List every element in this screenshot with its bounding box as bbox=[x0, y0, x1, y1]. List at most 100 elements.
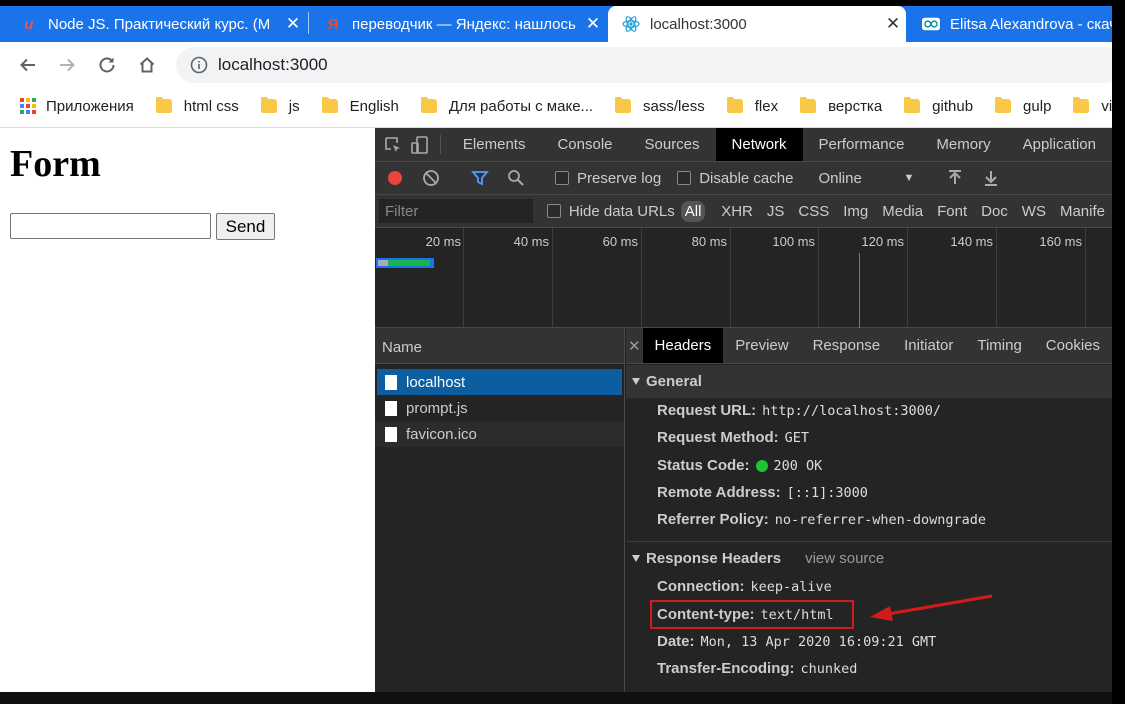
hide-data-urls-checkbox[interactable] bbox=[546, 204, 561, 218]
bookmark-label: sass/less bbox=[643, 97, 705, 115]
timeline-tick-label: 80 ms bbox=[691, 234, 727, 249]
request-row-localhost[interactable]: localhost bbox=[377, 369, 622, 395]
header-key: Referrer Policy: bbox=[657, 511, 769, 528]
send-button[interactable]: Send bbox=[216, 213, 275, 240]
bookmark-folder[interactable]: Для работы с маке... bbox=[420, 97, 594, 115]
type-filter-xhr[interactable]: XHR bbox=[714, 203, 760, 220]
tab-performance[interactable]: Performance bbox=[803, 128, 921, 161]
timeline-tick-label: 60 ms bbox=[602, 234, 638, 249]
bookmark-label: html css bbox=[183, 97, 239, 115]
close-icon[interactable]: ✕ bbox=[580, 14, 606, 34]
import-har-icon[interactable] bbox=[937, 170, 973, 186]
request-row-prompt[interactable]: prompt.js bbox=[375, 395, 624, 421]
browser-tab-nodejs[interactable]: u Node JS. Практический курс. (М ✕ bbox=[6, 6, 306, 42]
type-filter-css[interactable]: CSS bbox=[791, 203, 836, 220]
request-list: Name localhost prompt.js favicon.ico bbox=[375, 328, 625, 692]
browser-tab-elitsa[interactable]: Elitsa Alexandrova - скача bbox=[908, 6, 1112, 42]
inspect-element-icon[interactable] bbox=[379, 128, 407, 161]
form-text-input[interactable] bbox=[10, 213, 211, 239]
request-list-header[interactable]: Name bbox=[375, 328, 624, 364]
udemy-icon: u bbox=[24, 15, 34, 33]
bookmark-label: Для работы с маке... bbox=[448, 97, 594, 115]
tab-sources[interactable]: Sources bbox=[629, 128, 716, 161]
bookmark-folder[interactable]: верстка bbox=[800, 97, 883, 115]
tab-separator bbox=[308, 12, 309, 34]
reload-button[interactable] bbox=[93, 51, 121, 79]
bookmark-folder[interactable]: vis bbox=[1073, 97, 1112, 115]
bookmark-label: верстка bbox=[828, 97, 883, 115]
document-icon bbox=[385, 400, 397, 416]
filter-input[interactable]: Filter bbox=[379, 199, 533, 223]
type-filter-doc[interactable]: Doc bbox=[974, 203, 1015, 220]
response-headers-section-header[interactable]: Response Headers view source bbox=[626, 541, 1112, 574]
tab-initiator[interactable]: Initiator bbox=[892, 328, 965, 363]
clear-icon[interactable] bbox=[413, 169, 449, 187]
device-toolbar-icon[interactable] bbox=[407, 128, 435, 161]
bookmark-folder[interactable]: html css bbox=[155, 97, 239, 115]
close-icon[interactable]: ✕ bbox=[880, 14, 906, 34]
export-har-icon[interactable] bbox=[973, 170, 1009, 186]
type-filter-ws[interactable]: WS bbox=[1015, 203, 1053, 220]
home-button[interactable] bbox=[133, 51, 161, 79]
close-icon[interactable]: ✕ bbox=[626, 328, 643, 363]
folder-icon bbox=[321, 97, 338, 113]
tab-preview[interactable]: Preview bbox=[723, 328, 800, 363]
tab-application[interactable]: Application bbox=[1007, 128, 1112, 161]
timeline-gridline bbox=[996, 228, 997, 328]
back-button[interactable] bbox=[14, 51, 42, 79]
view-source-link[interactable]: view source bbox=[805, 550, 884, 567]
timeline-tick-label: 160 ms bbox=[1039, 234, 1082, 249]
tab-memory[interactable]: Memory bbox=[920, 128, 1006, 161]
tab-console[interactable]: Console bbox=[541, 128, 628, 161]
address-bar[interactable]: localhost:3000 bbox=[176, 47, 1122, 83]
type-filter-manifest[interactable]: Manife bbox=[1053, 203, 1112, 220]
tab-headers[interactable]: Headers bbox=[642, 328, 724, 363]
timeline-gridline bbox=[552, 228, 553, 328]
bookmark-folder[interactable]: js bbox=[260, 97, 300, 115]
bookmark-folder[interactable]: gulp bbox=[995, 97, 1051, 115]
devtools-tab-bar: Elements Console Sources Network Perform… bbox=[375, 128, 1112, 162]
type-filter-media[interactable]: Media bbox=[875, 203, 930, 220]
bookmark-label: flex bbox=[754, 97, 779, 115]
tab-response[interactable]: Response bbox=[801, 328, 893, 363]
tab-elements[interactable]: Elements bbox=[447, 128, 542, 161]
browser-tab-yandex[interactable]: Я переводчик — Яндекс: нашлось ✕ bbox=[310, 6, 606, 42]
bookmark-apps[interactable]: Приложения bbox=[0, 98, 134, 115]
bookmark-folder[interactable]: sass/less bbox=[615, 97, 705, 115]
bookmarks-bar: Приложения html css js English Для работ… bbox=[0, 88, 1112, 124]
tab-network[interactable]: Network bbox=[715, 128, 803, 161]
expand-triangle-icon bbox=[632, 378, 640, 385]
browser-tab-localhost[interactable]: localhost:3000 ✕ bbox=[608, 6, 906, 42]
request-details: ✕ Headers Preview Response Initiator Tim… bbox=[626, 328, 1112, 692]
filter-icon[interactable] bbox=[462, 169, 498, 187]
header-key: Transfer-Encoding: bbox=[657, 660, 795, 677]
type-filter-js[interactable]: JS bbox=[760, 203, 792, 220]
disable-cache-checkbox[interactable] bbox=[677, 171, 692, 185]
tab-cookies[interactable]: Cookies bbox=[1034, 328, 1112, 363]
info-icon[interactable] bbox=[190, 56, 208, 74]
throttling-select[interactable]: Online ▼ bbox=[818, 170, 914, 187]
expand-triangle-icon bbox=[632, 554, 640, 562]
general-section-header[interactable]: General bbox=[626, 365, 1112, 398]
forward-arrow-icon bbox=[60, 58, 75, 72]
tab-strip: u Node JS. Практический курс. (М ✕ Я пер… bbox=[0, 0, 1125, 42]
header-key: Connection: bbox=[657, 578, 745, 595]
bookmark-folder[interactable]: flex bbox=[726, 97, 779, 115]
preserve-log-checkbox[interactable] bbox=[555, 171, 569, 185]
type-filter-img[interactable]: Img bbox=[836, 203, 875, 220]
forward-button[interactable] bbox=[53, 51, 81, 79]
bookmark-folder[interactable]: English bbox=[321, 97, 399, 115]
header-row: Date: Mon, 13 Apr 2020 16:09:21 GMT bbox=[657, 633, 936, 650]
type-filter-all[interactable]: All bbox=[680, 200, 706, 222]
timeline-tick-label: 100 ms bbox=[772, 234, 815, 249]
search-icon[interactable] bbox=[498, 169, 534, 187]
request-row-favicon[interactable]: favicon.ico bbox=[375, 421, 624, 447]
close-icon[interactable]: ✕ bbox=[280, 14, 306, 34]
tab-timing[interactable]: Timing bbox=[965, 328, 1033, 363]
disable-cache-label: Disable cache bbox=[699, 169, 794, 187]
bookmark-folder[interactable]: github bbox=[904, 97, 973, 115]
folder-icon bbox=[726, 97, 743, 113]
type-filter-font[interactable]: Font bbox=[930, 203, 974, 220]
network-overview-timeline[interactable]: 20 ms 40 ms 60 ms 80 ms 100 ms 120 ms 14… bbox=[375, 228, 1112, 328]
record-icon[interactable] bbox=[377, 170, 413, 186]
